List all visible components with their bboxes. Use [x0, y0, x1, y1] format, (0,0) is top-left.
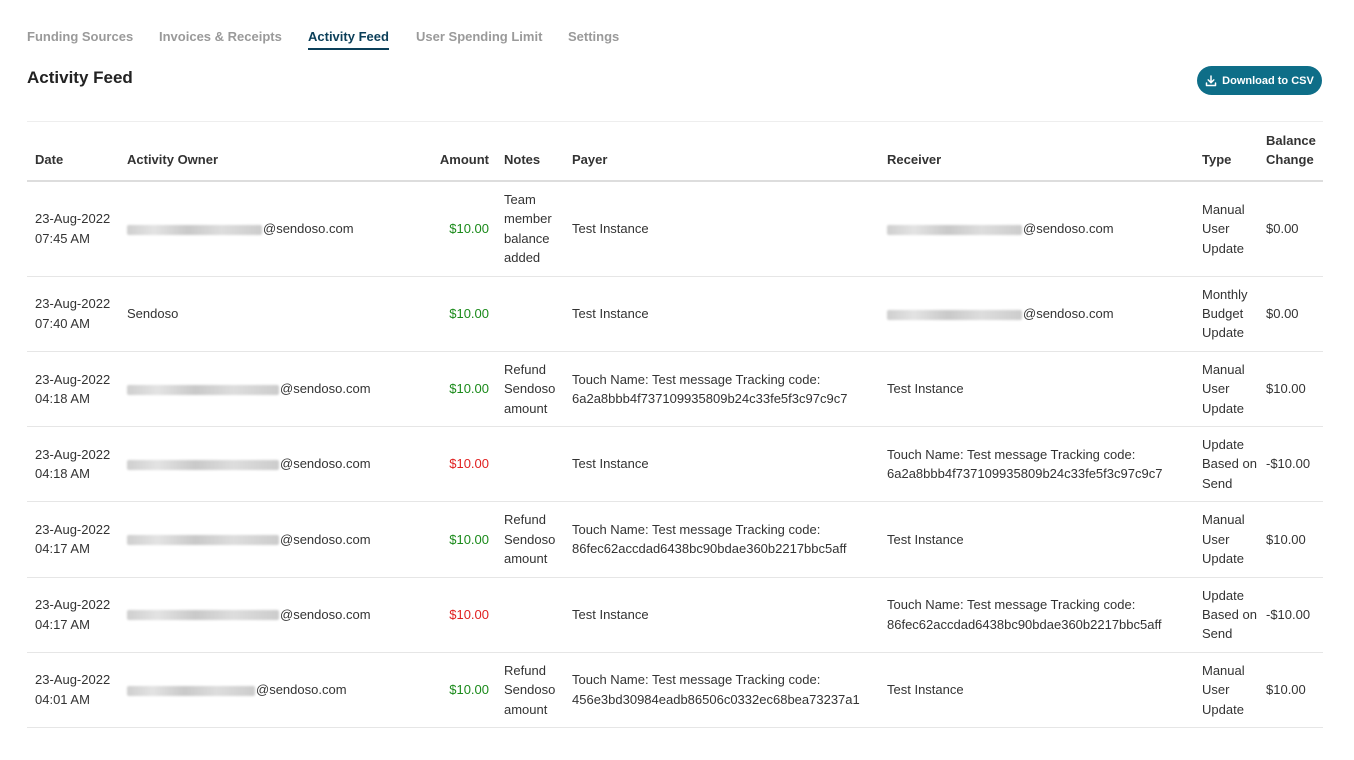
amount-cell: $10.00: [419, 351, 496, 428]
column-header-notes: Notes: [496, 131, 564, 182]
balance-change-cell: -$10.00: [1258, 577, 1323, 653]
redacted-email: [127, 535, 279, 546]
type-cell: Update Based on Send: [1194, 426, 1258, 503]
payer-cell: Touch Name: Test message Tracking code: …: [564, 501, 879, 578]
download-csv-label: Download to CSV: [1222, 74, 1314, 87]
notes-cell: Team member balance added: [496, 181, 564, 277]
receiver-cell: Test Instance: [879, 501, 1194, 578]
table-row: 23-Aug-2022 07:45 AM @sendoso.com $10.00…: [27, 181, 1323, 277]
notes-cell: Refund Sendoso amount: [496, 351, 564, 428]
receiver-cell: Touch Name: Test message Tracking code: …: [879, 577, 1194, 653]
activity-feed-table: Date Activity Owner Amount Notes Payer R…: [27, 131, 1323, 728]
activity-owner-cell: @sendoso.com: [119, 652, 419, 728]
redacted-email: [127, 610, 279, 621]
column-header-balance-change: Balance Change: [1258, 131, 1323, 182]
notes-cell: [496, 426, 564, 503]
date-cell: 23-Aug-2022 04:17 AM: [27, 501, 119, 578]
balance-change-cell: $0.00: [1258, 181, 1323, 277]
download-icon: [1205, 74, 1217, 86]
date-cell: 23-Aug-2022 04:01 AM: [27, 652, 119, 728]
notes-cell: [496, 276, 564, 352]
table-row: 23-Aug-2022 04:17 AM @sendoso.com $10.00…: [27, 501, 1323, 578]
payer-cell: Test Instance: [564, 577, 879, 653]
activity-owner-cell: @sendoso.com: [119, 351, 419, 428]
balance-change-cell: $10.00: [1258, 351, 1323, 428]
payer-cell: Test Instance: [564, 276, 879, 352]
table-row: 23-Aug-2022 04:01 AM @sendoso.com $10.00…: [27, 652, 1323, 728]
date-cell: 23-Aug-2022 04:17 AM: [27, 577, 119, 653]
balance-change-cell: $0.00: [1258, 276, 1323, 352]
activity-owner-cell: @sendoso.com: [119, 426, 419, 503]
balance-change-cell: -$10.00: [1258, 426, 1323, 503]
table-header-row: Date Activity Owner Amount Notes Payer R…: [27, 131, 1323, 182]
column-header-activity-owner: Activity Owner: [119, 131, 419, 182]
redacted-email: [127, 685, 255, 696]
column-header-date: Date: [27, 131, 119, 182]
tab-funding-sources[interactable]: Funding Sources: [27, 28, 133, 50]
redacted-email: [127, 384, 279, 395]
amount-cell: $10.00: [419, 426, 496, 503]
header-divider: [27, 121, 1323, 122]
receiver-cell: Test Instance: [879, 351, 1194, 428]
activity-owner-cell: @sendoso.com: [119, 577, 419, 653]
activity-owner-cell: @sendoso.com: [119, 181, 419, 277]
table-row: 23-Aug-2022 07:40 AM Sendoso $10.00 Test…: [27, 276, 1323, 352]
receiver-cell: Touch Name: Test message Tracking code: …: [879, 426, 1194, 503]
date-cell: 23-Aug-2022 07:45 AM: [27, 181, 119, 277]
tab-activity-feed[interactable]: Activity Feed: [308, 28, 389, 50]
type-cell: Manual User Update: [1194, 652, 1258, 728]
receiver-cell: Test Instance: [879, 652, 1194, 728]
column-header-amount: Amount: [419, 131, 496, 182]
page-title: Activity Feed: [27, 68, 133, 87]
payer-cell: Test Instance: [564, 181, 879, 277]
payer-cell: Touch Name: Test message Tracking code: …: [564, 351, 879, 428]
date-cell: 23-Aug-2022 07:40 AM: [27, 276, 119, 352]
payer-cell: Touch Name: Test message Tracking code: …: [564, 652, 879, 728]
type-cell: Manual User Update: [1194, 501, 1258, 578]
type-cell: Manual User Update: [1194, 181, 1258, 277]
redacted-email: [127, 460, 279, 471]
table-row: 23-Aug-2022 04:18 AM @sendoso.com $10.00…: [27, 351, 1323, 428]
activity-owner-cell: Sendoso: [119, 276, 419, 352]
notes-cell: Refund Sendoso amount: [496, 501, 564, 578]
notes-cell: Refund Sendoso amount: [496, 652, 564, 728]
amount-cell: $10.00: [419, 577, 496, 653]
amount-cell: $10.00: [419, 276, 496, 352]
table-row: 23-Aug-2022 04:17 AM @sendoso.com $10.00…: [27, 577, 1323, 653]
redacted-email: [887, 224, 1022, 235]
type-cell: Monthly Budget Update: [1194, 276, 1258, 352]
type-cell: Update Based on Send: [1194, 577, 1258, 653]
download-csv-button[interactable]: Download to CSV: [1197, 66, 1322, 95]
redacted-email: [887, 309, 1022, 320]
type-cell: Manual User Update: [1194, 351, 1258, 428]
receiver-cell: @sendoso.com: [879, 276, 1194, 352]
amount-cell: $10.00: [419, 181, 496, 277]
tab-user-spending-limit[interactable]: User Spending Limit: [416, 28, 542, 50]
column-header-payer: Payer: [564, 131, 879, 182]
redacted-email: [127, 224, 262, 235]
amount-cell: $10.00: [419, 652, 496, 728]
date-cell: 23-Aug-2022 04:18 AM: [27, 351, 119, 428]
tab-settings[interactable]: Settings: [568, 28, 619, 50]
receiver-cell: @sendoso.com: [879, 181, 1194, 277]
payer-cell: Test Instance: [564, 426, 879, 503]
tab-invoices-receipts[interactable]: Invoices & Receipts: [159, 28, 282, 50]
balance-change-cell: $10.00: [1258, 501, 1323, 578]
balance-change-cell: $10.00: [1258, 652, 1323, 728]
column-header-receiver: Receiver: [879, 131, 1194, 182]
table-row: 23-Aug-2022 04:18 AM @sendoso.com $10.00…: [27, 426, 1323, 503]
column-header-type: Type: [1194, 131, 1258, 182]
activity-owner-cell: @sendoso.com: [119, 501, 419, 578]
amount-cell: $10.00: [419, 501, 496, 578]
date-cell: 23-Aug-2022 04:18 AM: [27, 426, 119, 503]
notes-cell: [496, 577, 564, 653]
